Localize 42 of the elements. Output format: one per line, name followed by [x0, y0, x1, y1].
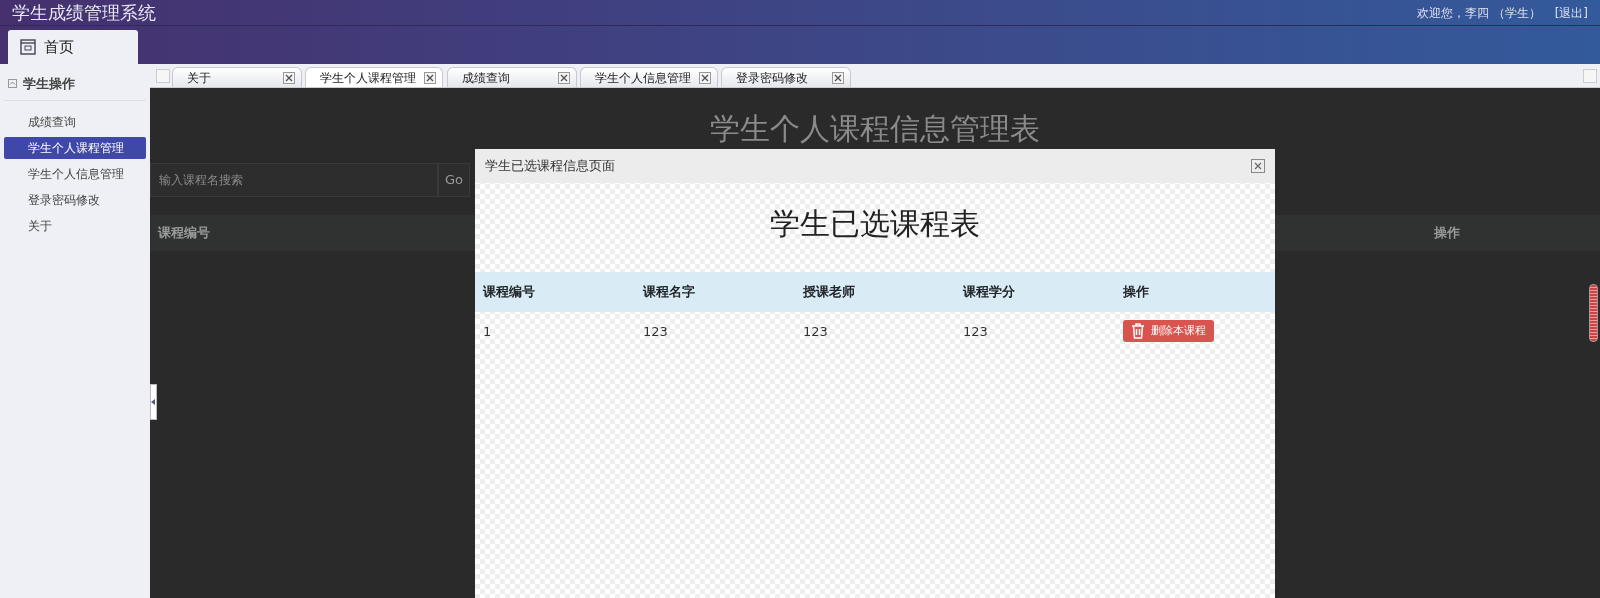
sidebar-item[interactable]: 成绩查询 — [4, 110, 146, 133]
sidebar-item[interactable]: 学生个人信息管理 — [4, 162, 146, 185]
tab[interactable]: 学生个人课程管理 — [305, 67, 444, 87]
close-icon[interactable] — [832, 71, 844, 84]
column-header: 操作 — [1434, 224, 1460, 242]
home-tab[interactable]: 首页 — [8, 30, 138, 64]
column-header: 授课老师 — [795, 272, 955, 312]
sidebar-item[interactable]: 学生个人课程管理 — [4, 136, 146, 159]
column-header: 课程编号 — [158, 224, 210, 242]
sidebar-item[interactable]: 关于 — [4, 214, 146, 237]
window-icon — [20, 39, 36, 55]
column-header: 课程学分 — [955, 272, 1115, 312]
sidebar-item[interactable]: 登录密码修改 — [4, 188, 146, 211]
tab[interactable]: 学生个人信息管理 — [579, 67, 718, 87]
close-icon[interactable] — [424, 71, 437, 84]
collapse-handle[interactable] — [150, 384, 157, 420]
sidebar-section[interactable]: 学生操作 — [4, 74, 146, 101]
search-field[interactable]: 输入课程名搜索 — [150, 163, 438, 197]
trash-icon — [1131, 322, 1145, 339]
go-button[interactable]: Go — [437, 163, 470, 197]
table-cell: 1 — [475, 311, 635, 353]
close-icon[interactable] — [557, 71, 570, 84]
close-button[interactable] — [1251, 159, 1265, 173]
tab[interactable]: 关于 — [172, 67, 302, 87]
scrollbar-thumb[interactable] — [1589, 284, 1598, 342]
close-icon[interactable] — [698, 71, 711, 84]
table-cell: 123 — [635, 311, 795, 353]
table-cell: 123 — [955, 311, 1115, 353]
dialog-heading: 学生已选课程表 — [769, 205, 981, 243]
delete-button[interactable]: 删除本课程 — [1123, 319, 1214, 342]
welcome-text: 欢迎您，李四 （学生） — [1416, 4, 1541, 22]
page-title: 学生个人课程信息管理表 — [709, 110, 1041, 148]
table-cell: 123 — [795, 311, 955, 353]
tab[interactable]: 成绩查询 — [446, 67, 577, 87]
tab[interactable]: 登录密码修改 — [721, 67, 851, 87]
column-header: 课程名字 — [635, 272, 795, 312]
dialog-title: 学生已选课程信息页面 — [485, 157, 615, 176]
close-icon[interactable] — [283, 71, 295, 84]
column-header: 操作 — [1115, 272, 1275, 312]
column-header: 课程编号 — [475, 272, 635, 312]
logout-link[interactable]: [退出] — [1554, 3, 1588, 22]
app-title: 学生成绩管理系统 — [12, 1, 156, 25]
